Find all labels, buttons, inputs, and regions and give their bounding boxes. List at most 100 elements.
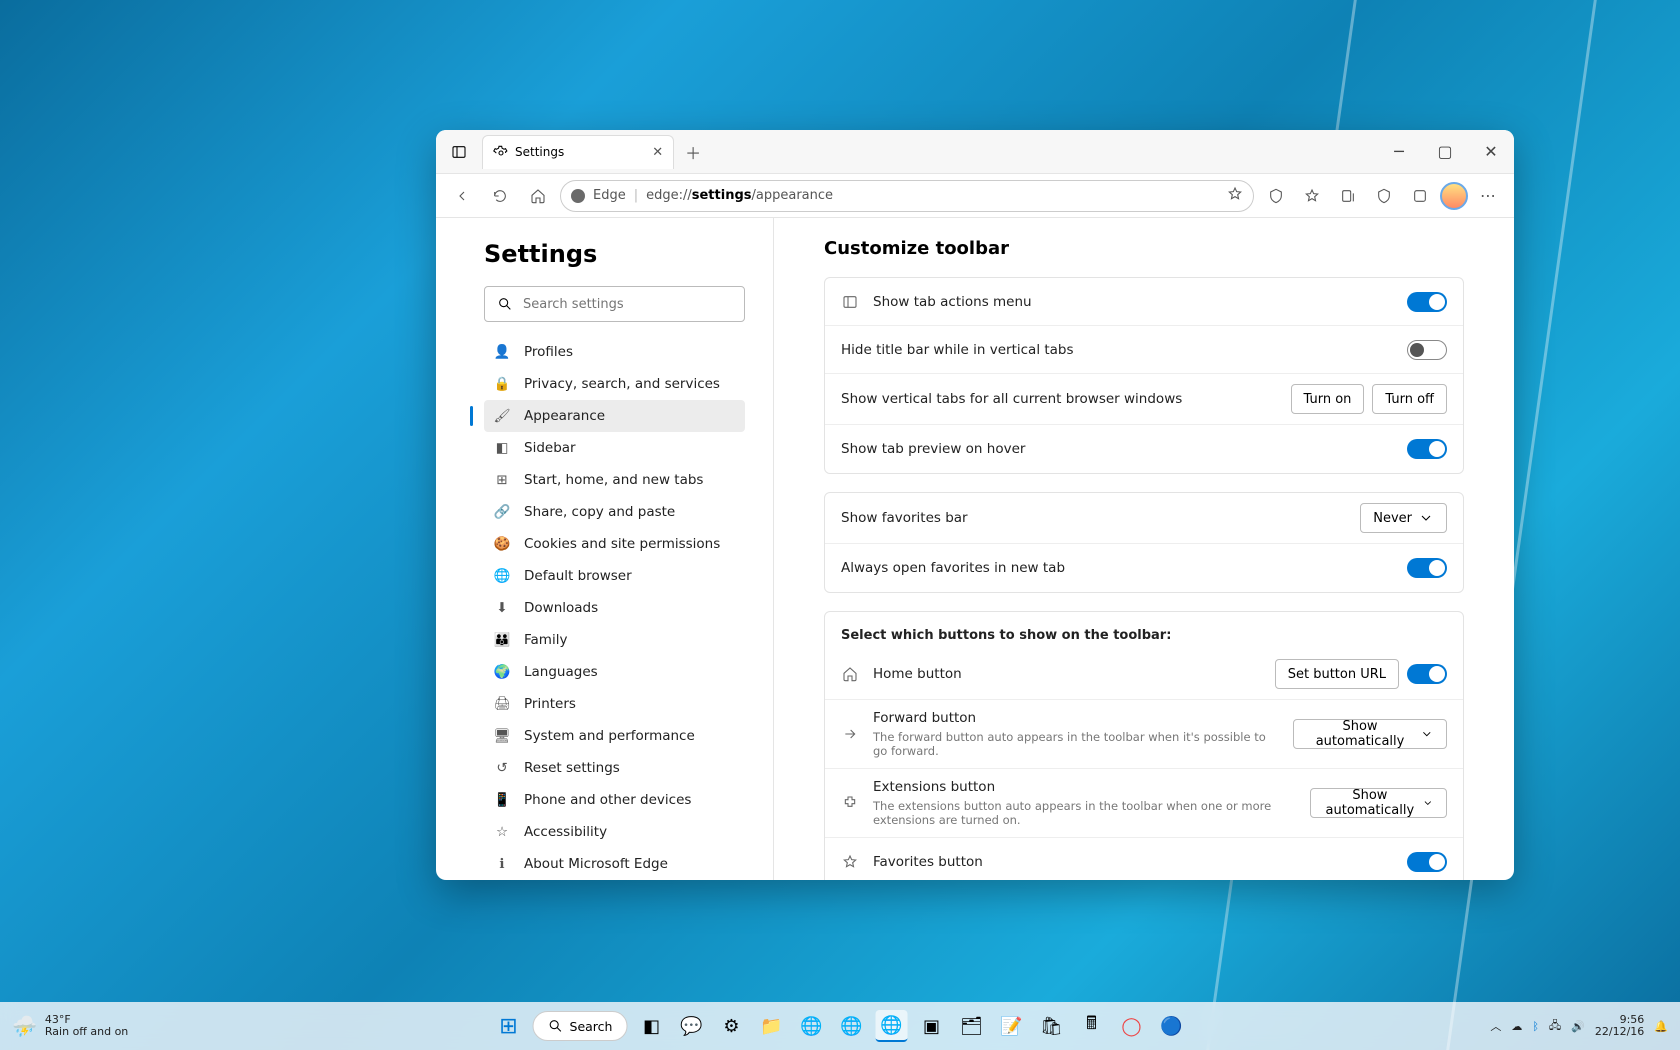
weather-icon: ⛈️	[12, 1014, 37, 1038]
set-button-url[interactable]: Set button URL	[1275, 659, 1399, 689]
tray-cloud-icon[interactable]: ☁	[1511, 1020, 1522, 1033]
edge-icon[interactable]: 🌐	[795, 1010, 827, 1042]
sidebar-item-profiles[interactable]: 👤Profiles	[484, 336, 745, 368]
turn-off-button[interactable]: Turn off	[1372, 384, 1447, 414]
sidebar-title: Settings	[484, 240, 745, 268]
sidebar-icon: ⊞	[494, 472, 510, 488]
vertical-tabs-label: Show vertical tabs for all current brows…	[841, 391, 1182, 407]
notifications-icon[interactable]: 🔔	[1654, 1020, 1668, 1033]
home-button[interactable]	[522, 180, 554, 212]
sidebar-item-languages[interactable]: 🌍Languages	[484, 656, 745, 688]
show-tab-actions-label: Show tab actions menu	[873, 294, 1032, 310]
favorites-icon[interactable]	[1296, 180, 1328, 212]
edge-canary-icon[interactable]: 🌐	[875, 1010, 907, 1042]
sidebar-item-start-home-and-new-tabs[interactable]: ⊞Start, home, and new tabs	[484, 464, 745, 496]
sidebar-item-downloads[interactable]: ⬇Downloads	[484, 592, 745, 624]
sidebar-item-reset-settings[interactable]: ↺Reset settings	[484, 752, 745, 784]
sidebar-item-about-microsoft-edge[interactable]: ℹAbout Microsoft Edge	[484, 848, 745, 880]
sidebar-icon: 👤	[494, 344, 510, 360]
browser-tab[interactable]: Settings ✕	[482, 135, 674, 169]
show-tab-actions-toggle[interactable]	[1407, 292, 1447, 312]
close-button[interactable]: ✕	[1468, 130, 1514, 174]
select-buttons-heading: Select which buttons to show on the tool…	[825, 612, 1463, 649]
tab-preview-toggle[interactable]	[1407, 439, 1447, 459]
start-button[interactable]: ⊞	[493, 1010, 525, 1042]
chat-icon[interactable]: 💬	[675, 1010, 707, 1042]
sidebar-icon: 👪	[494, 632, 510, 648]
weather-desc: Rain off and on	[45, 1026, 128, 1038]
forward-dropdown[interactable]: Show automatically	[1293, 719, 1447, 749]
address-bar[interactable]: Edge | edge://settings/appearance	[560, 180, 1254, 212]
sidebar-item-accessibility[interactable]: ☆Accessibility	[484, 816, 745, 848]
home-icon	[841, 665, 859, 683]
close-tab-icon[interactable]: ✕	[652, 145, 663, 160]
sidebar-item-printers[interactable]: 🖨Printers	[484, 688, 745, 720]
search-icon	[497, 296, 513, 312]
favorites-button-toggle[interactable]	[1407, 852, 1447, 872]
sidebar-icon: ⬇	[494, 600, 510, 616]
extensions-dropdown[interactable]: Show automatically	[1310, 788, 1447, 818]
search-settings[interactable]	[484, 286, 745, 322]
shield-icon[interactable]	[1368, 180, 1400, 212]
terminal-icon[interactable]: ▣	[915, 1010, 947, 1042]
new-tab-button[interactable]: ＋	[678, 137, 708, 167]
sidebar-item-share-copy-and-paste[interactable]: 🔗Share, copy and paste	[484, 496, 745, 528]
tray-volume-icon[interactable]: 🔊	[1571, 1020, 1585, 1033]
tab-icon	[841, 293, 859, 311]
more-icon[interactable]: ⋯	[1472, 180, 1504, 212]
notepad-icon[interactable]: 📝	[995, 1010, 1027, 1042]
page-heading: Customize toolbar	[824, 238, 1464, 259]
favorites-button-label: Favorites button	[873, 854, 983, 870]
sidebar-icon: ◧	[494, 440, 510, 456]
settings-icon[interactable]: ⚙	[715, 1010, 747, 1042]
clock[interactable]: 9:56 22/12/16	[1595, 1014, 1644, 1038]
sidebar-icon: 📱	[494, 792, 510, 808]
favorites-newtab-label: Always open favorites in new tab	[841, 560, 1065, 576]
minimize-button[interactable]: ─	[1376, 130, 1422, 174]
maximize-button[interactable]: ▢	[1422, 130, 1468, 174]
profile-avatar[interactable]	[1440, 182, 1468, 210]
opera-icon[interactable]: ◯	[1115, 1010, 1147, 1042]
favorites-newtab-toggle[interactable]	[1407, 558, 1447, 578]
chrome-icon[interactable]: 🔵	[1155, 1010, 1187, 1042]
tray-bluetooth-icon[interactable]: ᛒ	[1532, 1020, 1539, 1033]
sidebar-item-family[interactable]: 👪Family	[484, 624, 745, 656]
sidebar-item-system-and-performance[interactable]: 🖥System and performance	[484, 720, 745, 752]
favorites-bar-label: Show favorites bar	[841, 510, 968, 526]
task-view-icon[interactable]: ◧	[635, 1010, 667, 1042]
taskbar-search[interactable]: Search	[533, 1011, 628, 1041]
edge-beta-icon[interactable]: 🌐	[835, 1010, 867, 1042]
tab-actions-icon[interactable]	[442, 137, 476, 167]
tray-chevron-icon[interactable]: ︿	[1490, 1018, 1501, 1034]
explorer-icon[interactable]: 📁	[755, 1010, 787, 1042]
favorite-star-icon[interactable]	[1227, 186, 1243, 206]
app-icon[interactable]	[1404, 180, 1436, 212]
weather-widget[interactable]: ⛈️ 43°F Rain off and on	[12, 1014, 128, 1038]
refresh-button[interactable]	[484, 180, 516, 212]
sidebar-icon: ↺	[494, 760, 510, 776]
sidebar-item-phone-and-other-devices[interactable]: 📱Phone and other devices	[484, 784, 745, 816]
sidebar-item-default-browser[interactable]: 🌐Default browser	[484, 560, 745, 592]
app-icon-1[interactable]: 🗂	[955, 1010, 987, 1042]
sidebar-icon: 🔗	[494, 504, 510, 520]
collections-icon[interactable]	[1332, 180, 1364, 212]
extensions-button-label: Extensions button	[873, 779, 1296, 795]
sidebar-item-appearance[interactable]: 🖌Appearance	[484, 400, 745, 432]
sidebar-item-sidebar[interactable]: ◧Sidebar	[484, 432, 745, 464]
sidebar-icon: 🌐	[494, 568, 510, 584]
star-icon	[841, 853, 859, 871]
home-button-toggle[interactable]	[1407, 664, 1447, 684]
sidebar-item-cookies-and-site-permissions[interactable]: 🍪Cookies and site permissions	[484, 528, 745, 560]
store-icon[interactable]: 🛍	[1035, 1010, 1067, 1042]
hide-title-toggle[interactable]	[1407, 340, 1447, 360]
turn-on-button[interactable]: Turn on	[1291, 384, 1365, 414]
calculator-icon[interactable]: 🖩	[1075, 1010, 1107, 1042]
forward-icon	[841, 725, 859, 743]
tray-wifi-icon[interactable]: 🖧	[1549, 1017, 1561, 1036]
search-input[interactable]	[523, 297, 732, 312]
sidebar-item-privacy-search-and-services[interactable]: 🔒Privacy, search, and services	[484, 368, 745, 400]
home-button-label: Home button	[873, 666, 962, 682]
extensions-icon[interactable]	[1260, 180, 1292, 212]
back-button[interactable]	[446, 180, 478, 212]
favorites-bar-dropdown[interactable]: Never	[1360, 503, 1447, 533]
